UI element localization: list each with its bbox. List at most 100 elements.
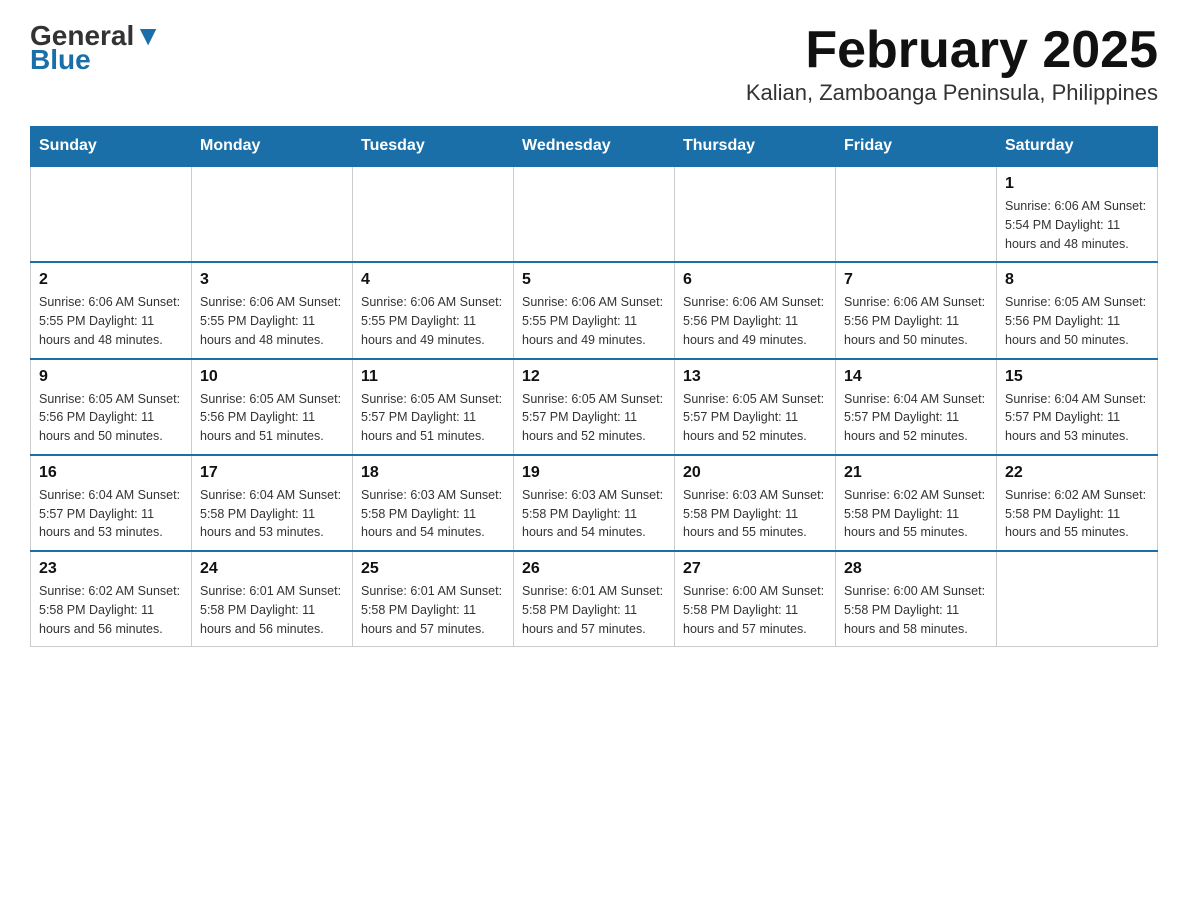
- day-info: Sunrise: 6:01 AM Sunset: 5:58 PM Dayligh…: [522, 582, 666, 638]
- day-info: Sunrise: 6:06 AM Sunset: 5:54 PM Dayligh…: [1005, 197, 1149, 253]
- calendar-cell: 26 Sunrise: 6:01 AM Sunset: 5:58 PM Dayli…: [514, 551, 675, 647]
- logo-blue-text: Blue: [30, 44, 91, 76]
- title-section: February 2025 Kalian, Zamboanga Peninsul…: [746, 20, 1158, 106]
- day-info: Sunrise: 6:05 AM Sunset: 5:56 PM Dayligh…: [200, 390, 344, 446]
- location-text: Kalian, Zamboanga Peninsula, Philippines: [746, 80, 1158, 106]
- day-info: Sunrise: 6:03 AM Sunset: 5:58 PM Dayligh…: [361, 486, 505, 542]
- calendar-cell: [353, 166, 514, 262]
- calendar-cell: 25 Sunrise: 6:01 AM Sunset: 5:58 PM Dayli…: [353, 551, 514, 647]
- logo-triangle-icon: ▼: [134, 20, 162, 51]
- calendar-header-tuesday: Tuesday: [353, 127, 514, 167]
- calendar-cell: 21 Sunrise: 6:02 AM Sunset: 5:58 PM Dayli…: [836, 455, 997, 551]
- calendar-week-row: 2 Sunrise: 6:06 AM Sunset: 5:55 PM Daylig…: [31, 262, 1158, 358]
- day-info: Sunrise: 6:05 AM Sunset: 5:57 PM Dayligh…: [683, 390, 827, 446]
- calendar-header-sunday: Sunday: [31, 127, 192, 167]
- calendar-cell: 7 Sunrise: 6:06 AM Sunset: 5:56 PM Daylig…: [836, 262, 997, 358]
- day-info: Sunrise: 6:00 AM Sunset: 5:58 PM Dayligh…: [844, 582, 988, 638]
- calendar-cell: [192, 166, 353, 262]
- calendar-cell: [675, 166, 836, 262]
- calendar-cell: 17Sunrise: 6:04 AM Sunset: 5:58 PM Dayli…: [192, 455, 353, 551]
- logo: General▼ Blue: [30, 20, 162, 76]
- calendar-cell: 13Sunrise: 6:05 AM Sunset: 5:57 PM Dayli…: [675, 359, 836, 455]
- calendar-cell: 9 Sunrise: 6:05 AM Sunset: 5:56 PM Daylig…: [31, 359, 192, 455]
- calendar-cell: 5Sunrise: 6:06 AM Sunset: 5:55 PM Daylig…: [514, 262, 675, 358]
- day-number: 24: [200, 560, 344, 578]
- calendar-cell: 1 Sunrise: 6:06 AM Sunset: 5:54 PM Daylig…: [997, 166, 1158, 262]
- day-info: Sunrise: 6:04 AM Sunset: 5:58 PM Dayligh…: [200, 486, 344, 542]
- day-number: 12: [522, 368, 666, 386]
- calendar-cell: [514, 166, 675, 262]
- day-info: Sunrise: 6:05 AM Sunset: 5:56 PM Dayligh…: [1005, 293, 1149, 349]
- calendar-cell: 18 Sunrise: 6:03 AM Sunset: 5:58 PM Dayli…: [353, 455, 514, 551]
- day-info: Sunrise: 6:05 AM Sunset: 5:57 PM Dayligh…: [361, 390, 505, 446]
- calendar-cell: 3 Sunrise: 6:06 AM Sunset: 5:55 PM Daylig…: [192, 262, 353, 358]
- day-info: Sunrise: 6:06 AM Sunset: 5:56 PM Dayligh…: [844, 293, 988, 349]
- day-number: 8: [1005, 271, 1149, 289]
- calendar-cell: 23 Sunrise: 6:02 AM Sunset: 5:58 PM Dayli…: [31, 551, 192, 647]
- day-info: Sunrise: 6:04 AM Sunset: 5:57 PM Dayligh…: [39, 486, 183, 542]
- calendar-header-row: SundayMondayTuesdayWednesdayThursdayFrid…: [31, 127, 1158, 167]
- day-info: Sunrise: 6:02 AM Sunset: 5:58 PM Dayligh…: [39, 582, 183, 638]
- day-info: Sunrise: 6:03 AM Sunset: 5:58 PM Dayligh…: [683, 486, 827, 542]
- calendar-header-monday: Monday: [192, 127, 353, 167]
- day-info: Sunrise: 6:06 AM Sunset: 5:55 PM Dayligh…: [361, 293, 505, 349]
- calendar-cell: 11 Sunrise: 6:05 AM Sunset: 5:57 PM Dayli…: [353, 359, 514, 455]
- calendar-cell: 24 Sunrise: 6:01 AM Sunset: 5:58 PM Dayli…: [192, 551, 353, 647]
- calendar-cell: 16 Sunrise: 6:04 AM Sunset: 5:57 PM Dayli…: [31, 455, 192, 551]
- day-info: Sunrise: 6:04 AM Sunset: 5:57 PM Dayligh…: [844, 390, 988, 446]
- calendar-cell: [31, 166, 192, 262]
- day-info: Sunrise: 6:03 AM Sunset: 5:58 PM Dayligh…: [522, 486, 666, 542]
- calendar-week-row: 23 Sunrise: 6:02 AM Sunset: 5:58 PM Dayli…: [31, 551, 1158, 647]
- calendar-table: SundayMondayTuesdayWednesdayThursdayFrid…: [30, 126, 1158, 647]
- calendar-header-saturday: Saturday: [997, 127, 1158, 167]
- calendar-cell: 12 Sunrise: 6:05 AM Sunset: 5:57 PM Dayli…: [514, 359, 675, 455]
- day-number: 10: [200, 368, 344, 386]
- day-number: 21: [844, 464, 988, 482]
- calendar-cell: 27Sunrise: 6:00 AM Sunset: 5:58 PM Dayli…: [675, 551, 836, 647]
- day-number: 16: [39, 464, 183, 482]
- day-number: 3: [200, 271, 344, 289]
- calendar-cell: 4 Sunrise: 6:06 AM Sunset: 5:55 PM Daylig…: [353, 262, 514, 358]
- day-number: 11: [361, 368, 505, 386]
- day-number: 18: [361, 464, 505, 482]
- day-info: Sunrise: 6:06 AM Sunset: 5:56 PM Dayligh…: [683, 293, 827, 349]
- calendar-cell: 22 Sunrise: 6:02 AM Sunset: 5:58 PM Dayli…: [997, 455, 1158, 551]
- calendar-week-row: 9 Sunrise: 6:05 AM Sunset: 5:56 PM Daylig…: [31, 359, 1158, 455]
- page-header: General▼ Blue February 2025 Kalian, Zamb…: [30, 20, 1158, 106]
- day-info: Sunrise: 6:05 AM Sunset: 5:57 PM Dayligh…: [522, 390, 666, 446]
- day-number: 28: [844, 560, 988, 578]
- day-info: Sunrise: 6:06 AM Sunset: 5:55 PM Dayligh…: [39, 293, 183, 349]
- day-number: 7: [844, 271, 988, 289]
- day-number: 19: [522, 464, 666, 482]
- day-number: 2: [39, 271, 183, 289]
- calendar-header-thursday: Thursday: [675, 127, 836, 167]
- day-number: 14: [844, 368, 988, 386]
- day-info: Sunrise: 6:01 AM Sunset: 5:58 PM Dayligh…: [200, 582, 344, 638]
- calendar-cell: 20Sunrise: 6:03 AM Sunset: 5:58 PM Dayli…: [675, 455, 836, 551]
- day-number: 9: [39, 368, 183, 386]
- day-info: Sunrise: 6:06 AM Sunset: 5:55 PM Dayligh…: [200, 293, 344, 349]
- day-number: 6: [683, 271, 827, 289]
- calendar-cell: 15Sunrise: 6:04 AM Sunset: 5:57 PM Dayli…: [997, 359, 1158, 455]
- calendar-cell: 6 Sunrise: 6:06 AM Sunset: 5:56 PM Daylig…: [675, 262, 836, 358]
- day-info: Sunrise: 6:06 AM Sunset: 5:55 PM Dayligh…: [522, 293, 666, 349]
- calendar-cell: 2 Sunrise: 6:06 AM Sunset: 5:55 PM Daylig…: [31, 262, 192, 358]
- calendar-cell: [836, 166, 997, 262]
- day-info: Sunrise: 6:05 AM Sunset: 5:56 PM Dayligh…: [39, 390, 183, 446]
- day-number: 25: [361, 560, 505, 578]
- day-number: 1: [1005, 175, 1149, 193]
- day-info: Sunrise: 6:02 AM Sunset: 5:58 PM Dayligh…: [1005, 486, 1149, 542]
- day-number: 22: [1005, 464, 1149, 482]
- calendar-cell: 8 Sunrise: 6:05 AM Sunset: 5:56 PM Daylig…: [997, 262, 1158, 358]
- day-number: 4: [361, 271, 505, 289]
- calendar-cell: [997, 551, 1158, 647]
- calendar-header-wednesday: Wednesday: [514, 127, 675, 167]
- day-number: 15: [1005, 368, 1149, 386]
- day-info: Sunrise: 6:01 AM Sunset: 5:58 PM Dayligh…: [361, 582, 505, 638]
- calendar-cell: 14 Sunrise: 6:04 AM Sunset: 5:57 PM Dayli…: [836, 359, 997, 455]
- calendar-week-row: 16 Sunrise: 6:04 AM Sunset: 5:57 PM Dayli…: [31, 455, 1158, 551]
- day-number: 23: [39, 560, 183, 578]
- day-info: Sunrise: 6:02 AM Sunset: 5:58 PM Dayligh…: [844, 486, 988, 542]
- calendar-week-row: 1 Sunrise: 6:06 AM Sunset: 5:54 PM Daylig…: [31, 166, 1158, 262]
- day-number: 26: [522, 560, 666, 578]
